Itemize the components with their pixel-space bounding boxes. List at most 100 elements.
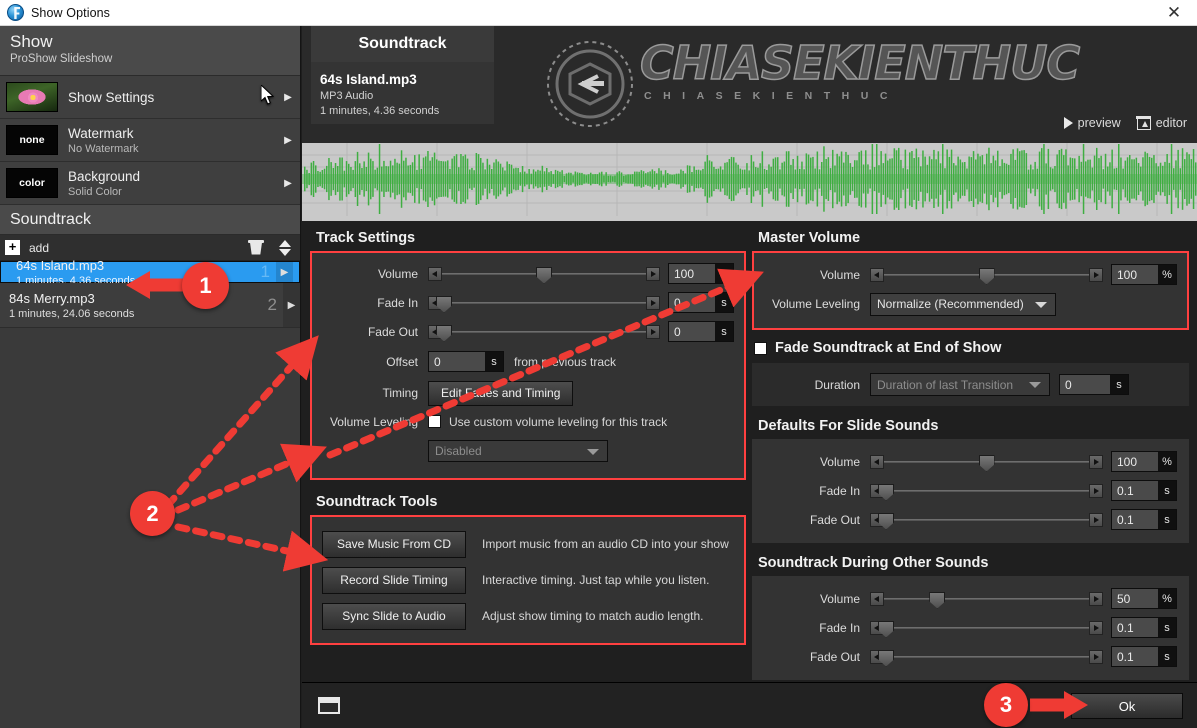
other-volume-input[interactable]: 50 %: [1111, 588, 1177, 609]
slider-left-arrow-icon[interactable]: [870, 267, 884, 282]
custom-volume-leveling-checkbox[interactable]: [428, 415, 441, 428]
slider-knob[interactable]: [978, 267, 995, 285]
mouse-cursor-icon: [261, 85, 274, 105]
chevron-right-icon[interactable]: ▶: [276, 262, 293, 282]
current-track-format: MP3 Audio: [320, 90, 374, 102]
other-volume-slider[interactable]: [870, 591, 1103, 609]
edit-fades-and-timing-button[interactable]: Edit Fades and Timing: [428, 380, 574, 406]
list-item[interactable]: 84s Merry.mp3 1 minutes, 24.06 seconds 2…: [0, 283, 300, 328]
slider-right-arrow-icon[interactable]: [646, 324, 660, 339]
slider-right-arrow-icon[interactable]: [1089, 620, 1103, 635]
list-item[interactable]: 64s Island.mp3 1 minutes, 4.36 seconds 1…: [0, 258, 300, 287]
slider-knob[interactable]: [878, 483, 895, 501]
slider-left-arrow-icon[interactable]: [870, 591, 884, 606]
slider-left-arrow-icon[interactable]: [428, 266, 442, 281]
close-icon[interactable]: ✕: [1151, 0, 1197, 25]
trash-icon[interactable]: [247, 239, 265, 256]
slide-fadeout-input[interactable]: 0.1 s: [1111, 509, 1177, 530]
master-volume-input[interactable]: 100 %: [1111, 264, 1177, 285]
slider-right-arrow-icon[interactable]: [1089, 512, 1103, 527]
master-volume-slider[interactable]: [870, 267, 1103, 285]
record-slide-timing-button[interactable]: Record Slide Timing: [322, 566, 466, 594]
fade-soundtrack-checkbox-row[interactable]: Fade Soundtrack at End of Show: [754, 340, 1189, 356]
sidebar-item-background[interactable]: color Background Solid Color ▶: [0, 162, 300, 205]
slider-knob[interactable]: [436, 295, 453, 313]
add-icon[interactable]: +: [5, 240, 20, 255]
chevron-right-icon[interactable]: ▶: [276, 135, 300, 146]
slider-right-arrow-icon[interactable]: [1089, 483, 1103, 498]
window-icon[interactable]: [318, 697, 340, 714]
other-fadeout-input[interactable]: 0.1 s: [1111, 646, 1177, 667]
sync-slide-to-audio-button[interactable]: Sync Slide to Audio: [322, 602, 466, 630]
slider-right-arrow-icon[interactable]: [1089, 454, 1103, 469]
slider-right-arrow-icon[interactable]: [646, 295, 660, 310]
slider-knob[interactable]: [436, 324, 453, 342]
track-fadein-slider[interactable]: [428, 295, 660, 313]
watermark-text: CHIASEKIENTHUC: [639, 35, 1081, 91]
slider-left-arrow-icon[interactable]: [870, 454, 884, 469]
slide-volume-slider[interactable]: [870, 454, 1103, 472]
sidebar-header-title: Show: [10, 32, 53, 51]
slider-right-arrow-icon[interactable]: [1089, 267, 1103, 282]
reorder-icon[interactable]: [279, 239, 292, 257]
slider-knob[interactable]: [536, 266, 552, 284]
footer-bar: Ok: [302, 682, 1197, 728]
track-fadeout-input[interactable]: 0 s: [668, 321, 734, 342]
slider-right-arrow-icon[interactable]: [1089, 649, 1103, 664]
track-fadein-input[interactable]: 0 s: [668, 292, 734, 313]
other-fadein-input[interactable]: 0.1 s: [1111, 617, 1177, 638]
track-offset-note: from previous track: [514, 354, 617, 369]
custom-volume-leveling-checkbox-row[interactable]: Use custom volume leveling for this trac…: [428, 415, 667, 429]
slide-fadein-input[interactable]: 0.1 s: [1111, 480, 1177, 501]
editor-button[interactable]: editor: [1136, 115, 1187, 130]
chevron-right-icon[interactable]: ▶: [283, 283, 300, 327]
track-settings-title: Track Settings: [316, 230, 416, 246]
track-volume-input[interactable]: 100 %: [668, 263, 734, 284]
chevron-right-icon[interactable]: ▶: [276, 178, 300, 189]
chevron-down-icon: [1035, 301, 1047, 308]
other-fadein-slider[interactable]: [870, 620, 1103, 638]
fade-soundtrack-checkbox[interactable]: [754, 341, 767, 355]
other-fadeout-value: 0.1: [1112, 647, 1158, 666]
slide-fadeout-slider[interactable]: [870, 512, 1103, 530]
soundtrack-tools-title: Soundtrack Tools: [316, 494, 438, 510]
slider-knob[interactable]: [878, 620, 895, 638]
save-music-from-cd-button[interactable]: Save Music From CD: [322, 530, 466, 558]
track-duration: 1 minutes, 24.06 seconds: [9, 307, 135, 320]
window-title: Show Options: [31, 5, 111, 20]
save-music-from-cd-desc: Import music from an audio CD into your …: [482, 537, 729, 551]
chevron-right-icon[interactable]: ▶: [276, 92, 300, 103]
other-fadeout-slider[interactable]: [870, 649, 1103, 667]
slider-right-arrow-icon[interactable]: [1089, 591, 1103, 606]
slide-fadeout-label: Fade Out: [809, 512, 860, 527]
track-timing-row: Timing Edit Fades and Timing: [310, 377, 734, 409]
waveform-display[interactable]: [302, 143, 1197, 221]
slider-knob[interactable]: [978, 454, 995, 472]
fade-duration-select[interactable]: Duration of last Transition: [870, 373, 1050, 396]
slider-knob[interactable]: [878, 649, 895, 667]
master-leveling-select[interactable]: Normalize (Recommended): [870, 292, 1056, 316]
track-fadeout-slider[interactable]: [428, 324, 660, 342]
slider-knob[interactable]: [929, 591, 946, 609]
sidebar-section-soundtrack: Soundtrack: [0, 205, 300, 235]
ok-button[interactable]: Ok: [1071, 693, 1183, 719]
sidebar-item-show-settings[interactable]: Show Settings ▶: [0, 76, 300, 119]
fade-duration-panel: Duration Duration of last Transition 0 s: [752, 363, 1189, 406]
slide-fadein-slider[interactable]: [870, 483, 1103, 501]
add-label[interactable]: add: [29, 241, 247, 255]
annotation-badge-1: 1: [182, 262, 229, 309]
sidebar-item-watermark[interactable]: none Watermark No Watermark ▶: [0, 119, 300, 162]
track-volume-unit: %: [715, 264, 733, 283]
track-offset-input[interactable]: 0 s: [428, 351, 504, 372]
track-volume-slider[interactable]: [428, 266, 660, 284]
tab-soundtrack[interactable]: Soundtrack: [311, 26, 494, 62]
preview-button[interactable]: preview: [1063, 116, 1121, 130]
slide-volume-input[interactable]: 100 %: [1111, 451, 1177, 472]
slider-right-arrow-icon[interactable]: [646, 266, 660, 281]
slide-sounds-panel: Volume 100 % Fade In 0.1 s Fade Out 0.1 …: [752, 439, 1189, 543]
slider-knob[interactable]: [878, 512, 895, 530]
during-other-panel: Volume 50 % Fade In 0.1 s Fade Out 0.1 s: [752, 576, 1189, 680]
slide-volume-label: Volume: [819, 454, 860, 469]
fade-duration-input[interactable]: 0 s: [1059, 374, 1129, 395]
track-leveling-select[interactable]: Disabled: [428, 440, 608, 462]
